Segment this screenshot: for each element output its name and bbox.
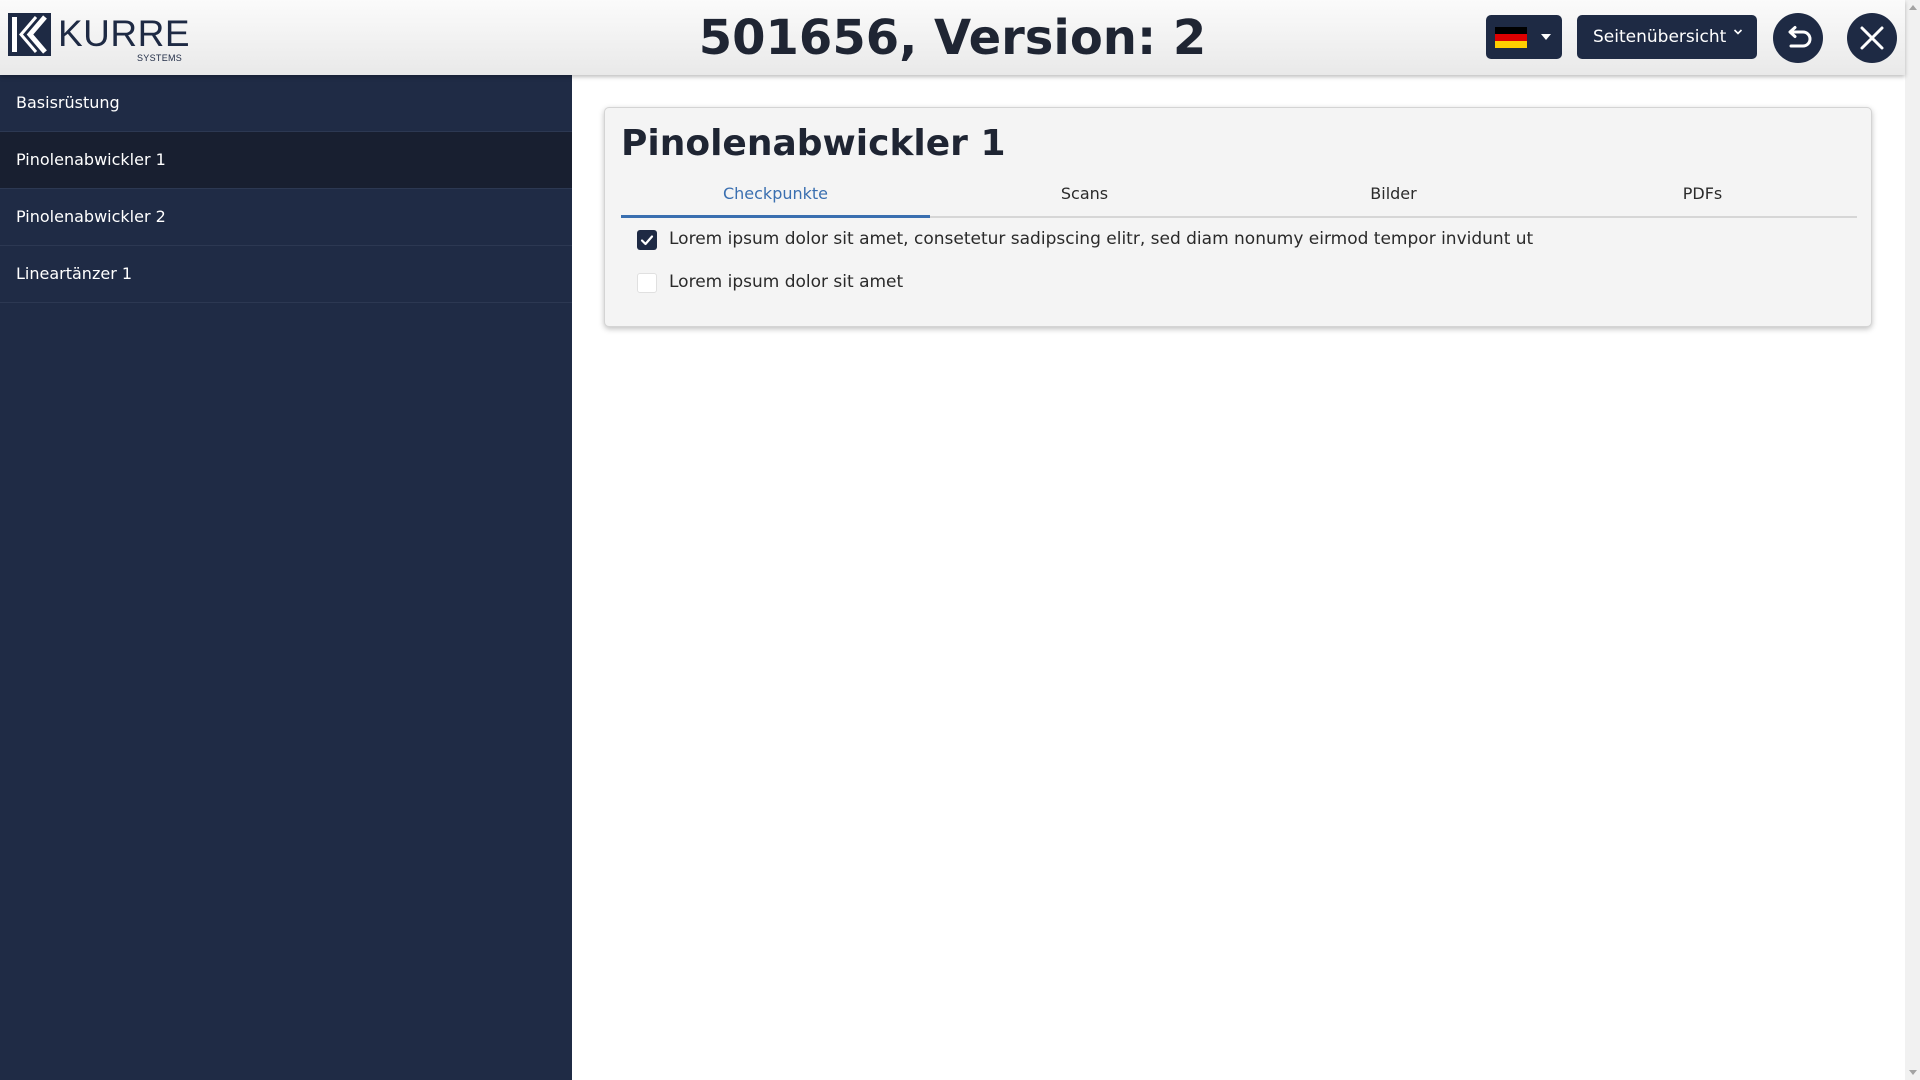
checkbox-unchecked[interactable] [637, 273, 657, 293]
sidebar-item-pinolenabwickler-2[interactable]: Pinolenabwickler 2 [0, 189, 572, 246]
scroll-down-arrow-icon[interactable] [1909, 1070, 1917, 1075]
tab-checkpunkte[interactable]: Checkpunkte [621, 174, 930, 218]
sidebar-item-lineartaenzer-1[interactable]: Lineartänzer 1 [0, 246, 572, 303]
page-overview-label: Seitenübersicht [1593, 27, 1727, 47]
page-scrollbar[interactable] [1905, 0, 1920, 1080]
close-button[interactable] [1847, 13, 1897, 63]
checkmark-icon [640, 235, 654, 246]
tab-bilder[interactable]: Bilder [1239, 174, 1548, 216]
checkpoint-label: Lorem ipsum dolor sit amet, consetetur s… [669, 229, 1534, 249]
sidebar-item-basisruestung[interactable]: Basisrüstung [0, 75, 572, 132]
scroll-up-arrow-icon[interactable] [1909, 5, 1917, 10]
sidebar: Basisrüstung Pinolenabwickler 1 Pinolena… [0, 75, 572, 1080]
tab-scans[interactable]: Scans [930, 174, 1239, 216]
tab-pdfs[interactable]: PDFs [1548, 174, 1857, 216]
language-select-button[interactable] [1486, 15, 1562, 59]
back-button[interactable] [1773, 13, 1823, 63]
checkbox-checked[interactable] [637, 230, 657, 250]
flag-germany-icon [1495, 27, 1527, 48]
close-icon [1860, 26, 1884, 50]
checkpoint-label: Lorem ipsum dolor sit amet [669, 272, 904, 292]
page-overview-button[interactable]: Seitenübersicht [1577, 15, 1757, 59]
caret-down-icon [1541, 34, 1551, 40]
checkpoint-card: Pinolenabwickler 1 Checkpunkte Scans Bil… [604, 107, 1872, 327]
undo-arrow-icon [1788, 26, 1812, 48]
tab-bar: Checkpunkte Scans Bilder PDFs [621, 174, 1857, 218]
sidebar-item-pinolenabwickler-1[interactable]: Pinolenabwickler 1 [0, 132, 572, 189]
card-title: Pinolenabwickler 1 [621, 123, 1006, 164]
app-header: KURRE SYSTEMS 501656, Version: 2 Seitenü… [0, 0, 1905, 75]
chevron-down-icon [1733, 29, 1743, 35]
